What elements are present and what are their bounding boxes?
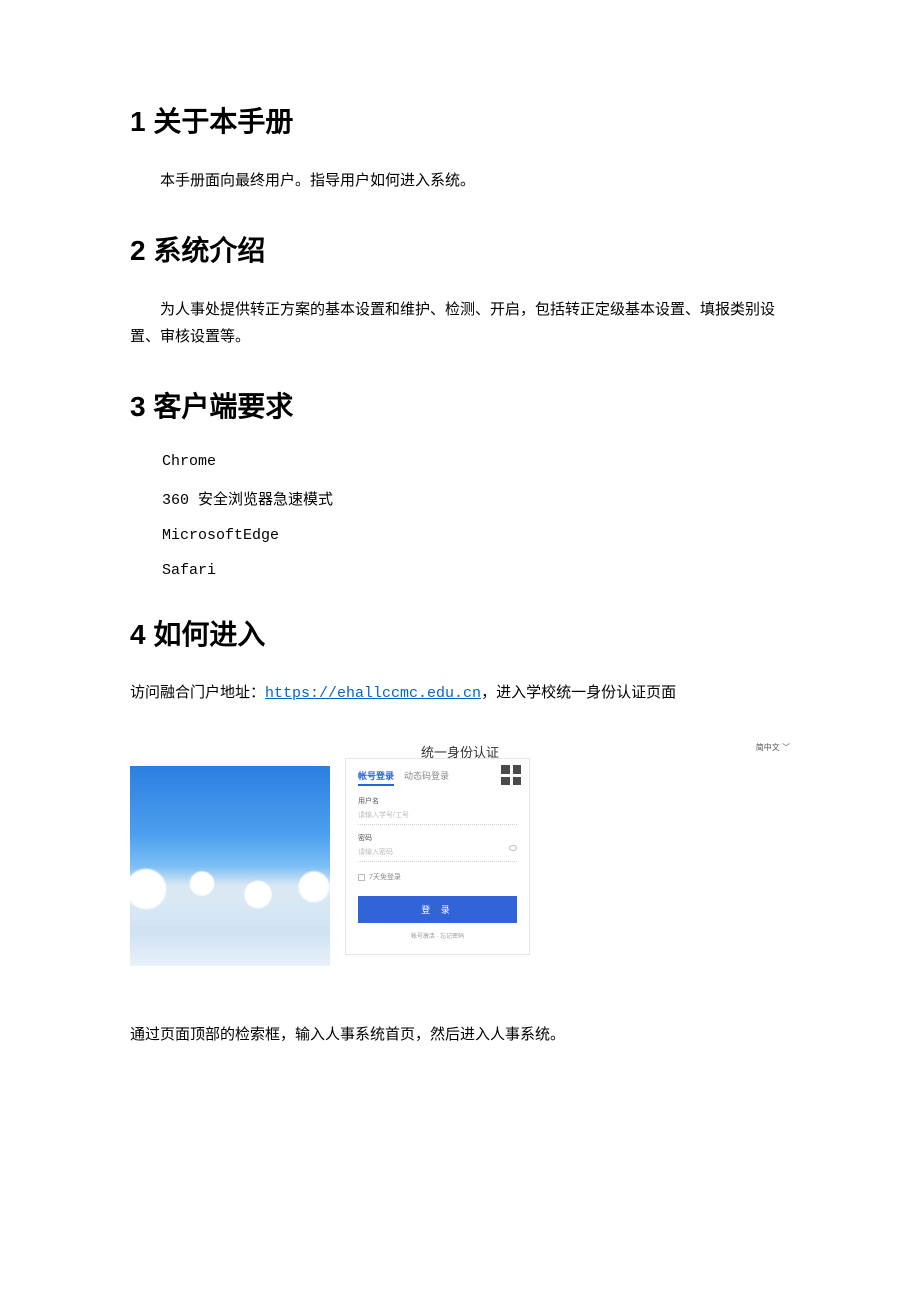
section2-title: 2 系统介绍 [130,229,790,269]
username-input[interactable]: 请输入学号/工号 [358,806,517,825]
section1-body: 本手册面向最终用户。指导用户如何进入系统。 [130,168,790,195]
portal-link[interactable]: https://ehallccmc.edu.cn [265,685,481,702]
tab-otp-login[interactable]: 动态码登录 [404,769,449,786]
login-footer-links[interactable]: 帐号激活 · 忘记密码 [358,931,517,940]
login-card: 帐号登录 动态码登录 用户名 请输入学号/工号 密码 请输入密码 7天免登录 登… [345,758,530,955]
url-suffix: ，进入学校统一身份认证页面 [481,685,676,701]
language-label: 简中文 [756,743,780,752]
browser-item: Chrome [162,453,790,470]
portal-url-line: 访问融合门户地址：https://ehallccmc.edu.cn，进入学校统一… [130,681,790,702]
url-prefix: 访问融合门户地址： [130,685,265,701]
tab-account-login[interactable]: 帐号登录 [358,769,394,786]
browser-item: 360 安全浏览器急速模式 [162,488,790,509]
password-label: 密码 [358,833,517,843]
password-input[interactable]: 请输入密码 [358,843,517,862]
login-button[interactable]: 登 录 [358,896,517,923]
browser-item: MicrosoftEdge [162,527,790,544]
language-switch[interactable]: 简中文 ﹀ [756,742,790,753]
chevron-down-icon: ﹀ [782,743,790,752]
browser-list: Chrome 360 安全浏览器急速模式 MicrosoftEdge Safar… [162,453,790,579]
section4-title: 4 如何进入 [130,613,790,653]
qr-icon[interactable] [501,765,521,785]
login-tabs: 帐号登录 动态码登录 [358,769,517,786]
section1-title: 1 关于本手册 [130,100,790,140]
checkbox-icon[interactable] [358,874,365,881]
section3-title: 3 客户端要求 [130,385,790,425]
section2-body: 为人事处提供转正方案的基本设置和维护、检测、开启，包括转正定级基本设置、填报类别… [130,297,790,351]
username-label: 用户名 [358,796,517,806]
remember-label: 7天免登录 [369,872,401,882]
eye-icon[interactable] [509,845,517,851]
login-banner-image [130,766,330,966]
browser-item: Safari [162,562,790,579]
remember-row[interactable]: 7天免登录 [358,872,517,882]
login-screenshot: 统一身份认证 简中文 ﹀ 帐号登录 动态码登录 用户名 请输入学号/工号 密码 … [130,742,790,982]
after-login-text: 通过页面顶部的检索框，输入人事系统首页，然后进入人事系统。 [130,1022,790,1049]
password-placeholder: 请输入密码 [358,849,393,856]
